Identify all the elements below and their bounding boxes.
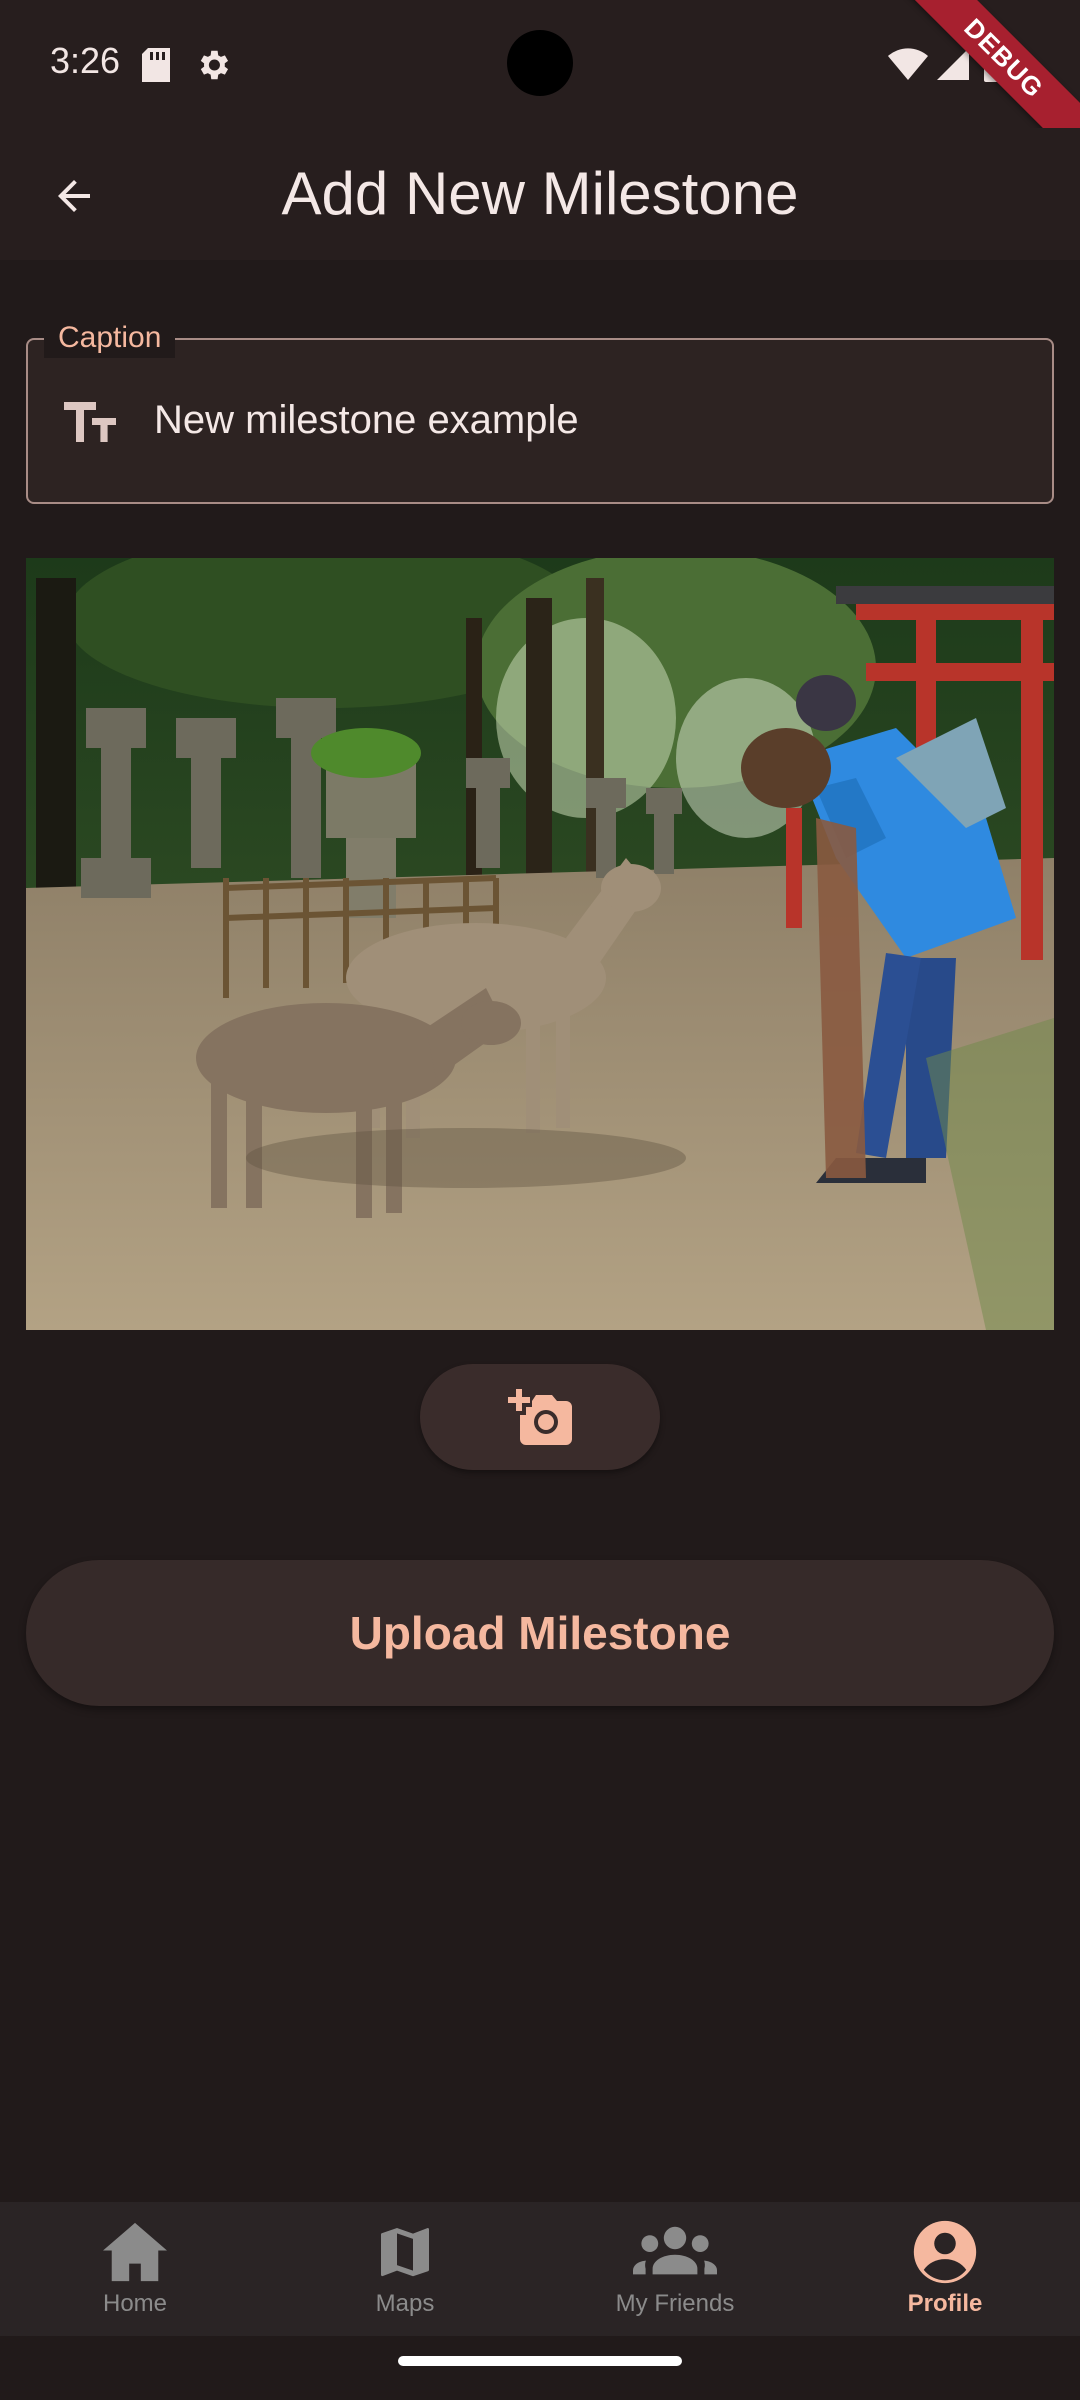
- account-circle-icon: [911, 2216, 979, 2288]
- text-fields-icon: [62, 398, 118, 451]
- caption-label: Caption: [44, 318, 176, 358]
- camera-cutout: [507, 30, 573, 96]
- gesture-area: [0, 2336, 1080, 2400]
- settings-icon: [194, 46, 232, 89]
- caption-input[interactable]: [154, 388, 1014, 452]
- page-title: Add New Milestone: [281, 160, 799, 227]
- nav-profile[interactable]: Profile: [810, 2202, 1080, 2336]
- nav-home[interactable]: Home: [0, 2202, 270, 2336]
- nav-my-friends-label: My Friends: [615, 2290, 735, 2317]
- group-icon: [633, 2216, 717, 2288]
- add-a-photo-icon: [508, 1389, 572, 1445]
- nav-profile-label: Profile: [907, 2290, 983, 2317]
- milestone-photo: [26, 558, 1054, 1330]
- arrow-back-icon: [58, 180, 90, 212]
- home-icon: [99, 2216, 171, 2288]
- nav-maps[interactable]: Maps: [270, 2202, 540, 2336]
- status-time: 3:26: [50, 40, 121, 81]
- status-bar: 3:26 DEBUG: [0, 0, 1080, 173]
- nav-my-friends[interactable]: My Friends: [540, 2202, 810, 2336]
- back-button[interactable]: [34, 156, 114, 236]
- nav-maps-label: Maps: [375, 2290, 435, 2317]
- upload-milestone-button[interactable]: Upload Milestone: [26, 1560, 1054, 1706]
- sd-card-icon: [142, 48, 170, 87]
- add-milestone-screen: 3:26 DEBUG Add New Milestone New milesto…: [0, 0, 1080, 2400]
- add-photo-button[interactable]: [420, 1364, 660, 1470]
- map-icon: [373, 2216, 437, 2288]
- home-indicator[interactable]: [398, 2356, 682, 2366]
- app-bar: Add New Milestone: [0, 128, 1080, 260]
- caption-field[interactable]: [26, 338, 1054, 504]
- bottom-navigation: Home Maps My Friends Profile: [0, 2202, 1080, 2336]
- nav-home-label: Home: [102, 2290, 168, 2317]
